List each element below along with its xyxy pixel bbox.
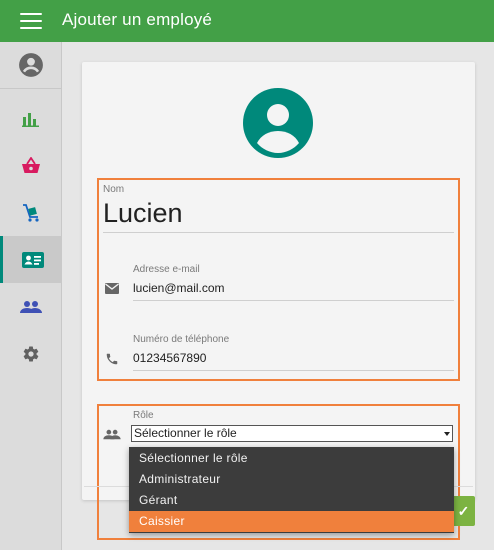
sidebar xyxy=(0,42,62,550)
sidebar-item-basket[interactable] xyxy=(0,142,62,189)
bar-chart-icon xyxy=(22,112,39,127)
top-app-bar: Ajouter un employé xyxy=(0,0,494,42)
role-select-value: Sélectionner le rôle xyxy=(134,426,237,440)
people-icon xyxy=(20,300,42,313)
sidebar-item-cart[interactable] xyxy=(0,189,62,236)
sidebar-item-employees[interactable] xyxy=(0,236,62,283)
menu-icon[interactable] xyxy=(20,13,42,29)
cart-icon xyxy=(23,203,39,222)
save-button[interactable]: ✓ xyxy=(452,496,475,526)
phone-label: Numéro de téléphone xyxy=(133,334,230,345)
name-underline xyxy=(103,232,454,233)
email-label: Adresse e-mail xyxy=(133,264,200,275)
sidebar-item-settings[interactable] xyxy=(0,330,62,377)
role-option[interactable]: Administrateur xyxy=(129,469,454,490)
sidebar-item-people[interactable] xyxy=(0,283,62,330)
email-field[interactable]: lucien@mail.com xyxy=(133,281,225,295)
phone-underline xyxy=(133,370,454,371)
role-dropdown-list: Sélectionner le rôle Administrateur Géra… xyxy=(129,447,454,533)
role-label: Rôle xyxy=(133,410,154,421)
role-option[interactable]: Gérant xyxy=(129,490,454,511)
phone-icon xyxy=(106,353,118,365)
id-card-icon xyxy=(21,251,44,268)
page-title: Ajouter un employé xyxy=(62,10,213,29)
phone-field[interactable]: 01234567890 xyxy=(133,351,206,365)
chevron-down-icon xyxy=(444,432,450,436)
account-circle-icon xyxy=(243,88,313,158)
name-field[interactable]: Lucien xyxy=(103,198,183,229)
account-circle-icon xyxy=(19,53,43,77)
sidebar-item-profile[interactable] xyxy=(0,42,62,89)
gear-icon xyxy=(23,345,39,362)
sidebar-item-stats[interactable] xyxy=(0,95,62,142)
mail-icon xyxy=(105,283,119,294)
role-select[interactable]: Sélectionner le rôle xyxy=(131,425,453,442)
role-option[interactable]: Sélectionner le rôle xyxy=(129,448,454,469)
basket-icon xyxy=(22,156,40,173)
role-option-selected[interactable]: Caissier xyxy=(129,511,454,532)
email-underline xyxy=(133,300,454,301)
people-icon xyxy=(103,429,121,440)
name-label: Nom xyxy=(103,184,125,195)
